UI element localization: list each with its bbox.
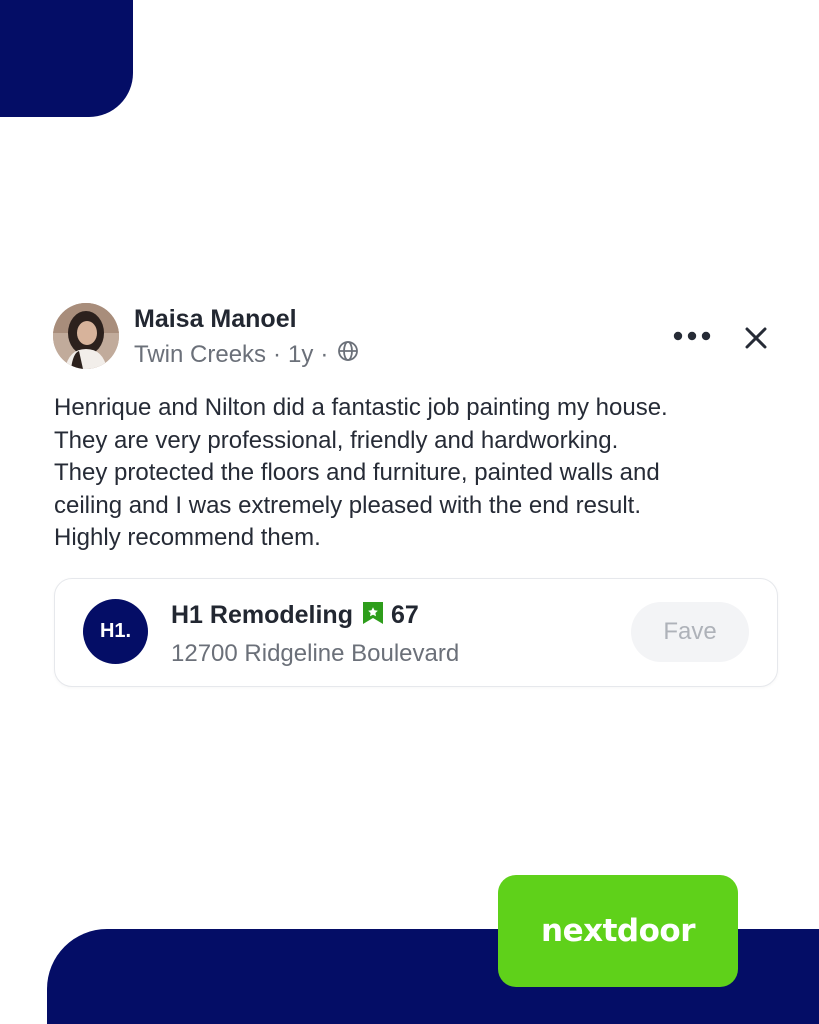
meta-separator: · (273, 340, 282, 368)
fave-ribbon-icon (362, 601, 384, 630)
more-options-button[interactable] (668, 320, 716, 352)
business-name[interactable]: H1 Remodeling (171, 601, 353, 630)
post-body-line: They protected the floors and furniture,… (54, 459, 660, 486)
fave-button[interactable]: Fave (631, 602, 749, 662)
business-card[interactable]: H1. H1 Remodeling 67 12700 Ridgeline Bou… (54, 578, 778, 687)
corner-decoration (0, 0, 133, 117)
business-logo: H1. (83, 599, 148, 664)
brand-wordmark: nextdoor (541, 913, 695, 949)
post-body-line: ceiling and I was extremely pleased with… (54, 491, 641, 519)
globe-icon (337, 340, 359, 369)
post-body-line: Henrique and Nilton did a fantastic job … (54, 394, 668, 421)
business-address: 12700 Ridgeline Boulevard (171, 640, 460, 667)
business-name-row: H1 Remodeling 67 (171, 601, 419, 630)
post-body: Henrique and Nilton did a fantastic job … (54, 392, 794, 555)
close-icon (745, 327, 767, 349)
post-meta: Twin Creeks · 1y · (134, 340, 359, 369)
post-body-line: Highly recommend them. (54, 524, 321, 551)
nextdoor-logo: nextdoor (498, 875, 738, 987)
neighborhood-link[interactable]: Twin Creeks (134, 341, 266, 369)
post-body-line: They are very professional, friendly and… (54, 426, 619, 454)
post-age: 1y (288, 340, 314, 368)
fave-count: 67 (390, 601, 419, 629)
close-button[interactable] (736, 318, 776, 358)
avatar[interactable] (53, 303, 119, 369)
author-name[interactable]: Maisa Manoel (134, 305, 297, 334)
more-options-icon (673, 331, 711, 341)
meta-separator: · (320, 340, 329, 368)
